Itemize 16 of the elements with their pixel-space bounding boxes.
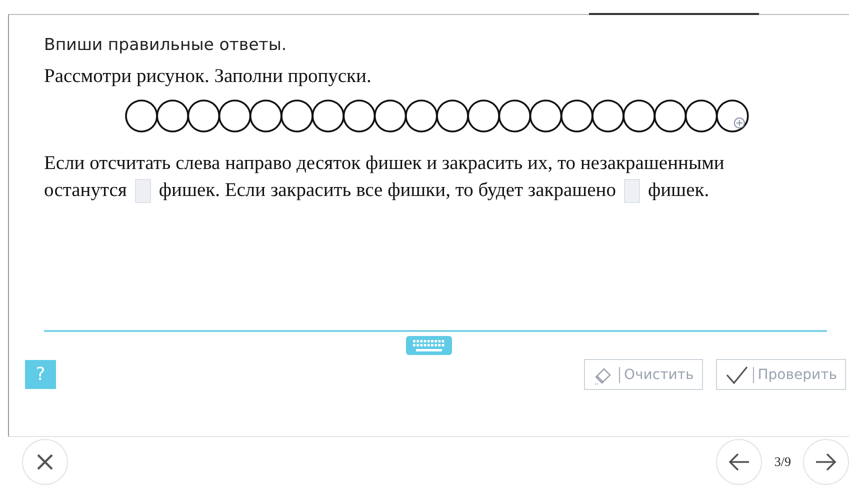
next-button[interactable] <box>803 439 849 485</box>
help-button[interactable]: ? <box>25 360 56 389</box>
page-counter: 3/9 <box>774 454 791 470</box>
arrow-left-icon <box>728 453 750 471</box>
zoom-in-icon[interactable] <box>734 118 745 128</box>
instruction-text: Впиши правильные ответы. <box>44 35 287 54</box>
back-button[interactable] <box>716 439 762 485</box>
task-text: Если отсчитать слева направо десяток фишек и закрасить их, то незакрашенными <box>44 152 724 176</box>
checkmark-icon <box>724 364 749 384</box>
close-icon <box>35 452 55 472</box>
arrow-right-icon <box>815 453 837 471</box>
close-button[interactable] <box>22 439 68 485</box>
task-text: останутся <box>44 179 127 203</box>
task-text: фишек. <box>648 179 710 203</box>
task-prompt: Рассмотри рисунок. Заполни пропуски. <box>44 66 372 88</box>
task-text: фишек. Если закрасить все фишки, то будет закрашено <box>158 179 616 203</box>
